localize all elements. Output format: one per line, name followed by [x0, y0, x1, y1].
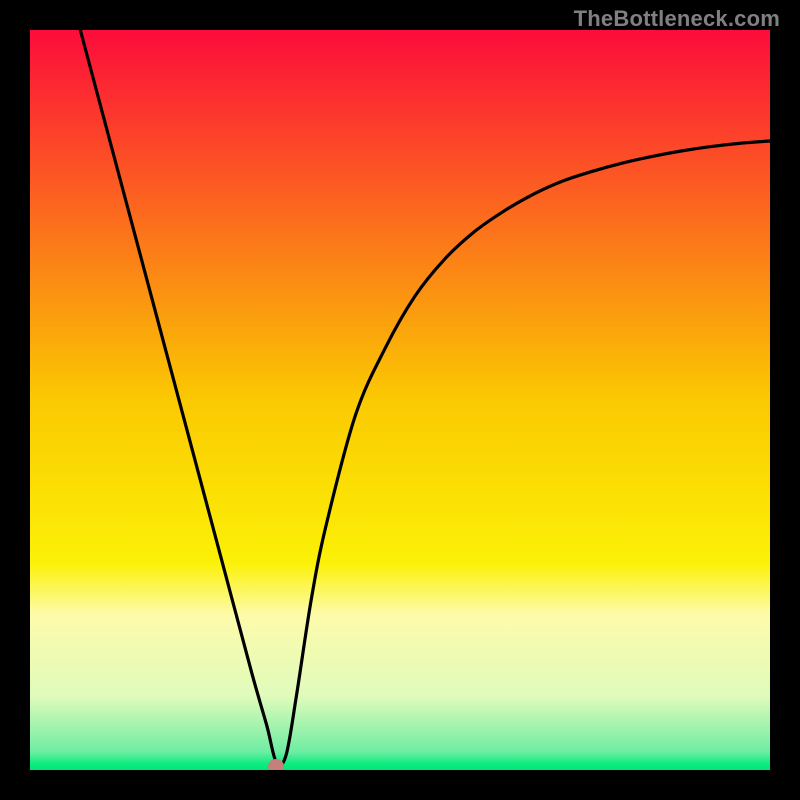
chart-frame: [30, 30, 770, 770]
optimum-point-marker: [268, 759, 284, 770]
watermark-label: TheBottleneck.com: [574, 6, 780, 32]
bottleneck-curve: [30, 30, 770, 770]
chart-plot-area: [30, 30, 770, 770]
